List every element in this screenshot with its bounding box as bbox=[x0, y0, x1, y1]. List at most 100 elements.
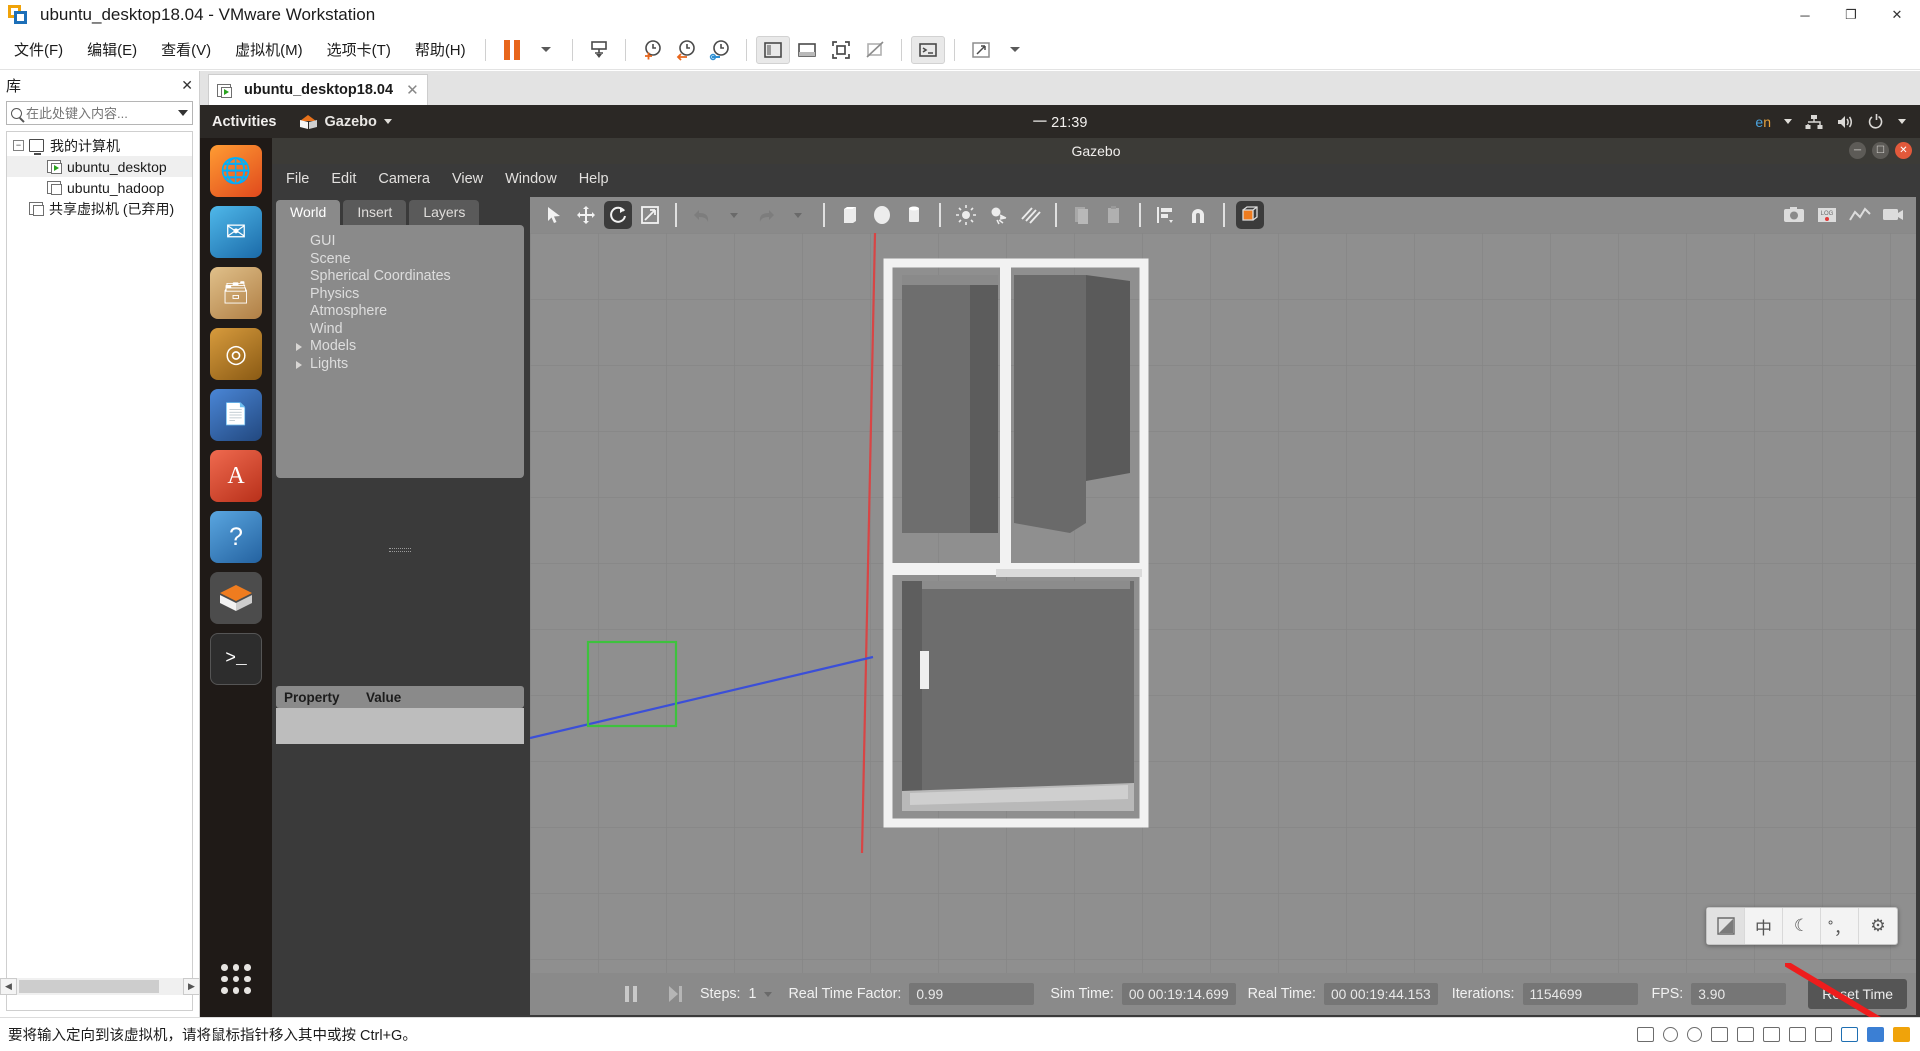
manage-snapshots-button[interactable] bbox=[703, 36, 737, 64]
collapse-expander-icon[interactable]: − bbox=[13, 140, 24, 151]
tree-item-ubuntu-desktop[interactable]: ubuntu_desktop bbox=[7, 156, 192, 177]
dock-item-gazebo[interactable] bbox=[210, 572, 262, 624]
world-item-lights[interactable]: Lights bbox=[296, 356, 524, 374]
undo-dropdown-button[interactable] bbox=[720, 201, 748, 229]
tree-item-my-computer[interactable]: − 我的计算机 bbox=[7, 135, 192, 156]
menu-help[interactable]: 帮助(H) bbox=[405, 36, 476, 63]
cd2-icon[interactable] bbox=[1687, 1027, 1702, 1042]
redo-dropdown-button[interactable] bbox=[784, 201, 812, 229]
dock-item-help[interactable]: ? bbox=[210, 511, 262, 563]
world-item-scene[interactable]: Scene bbox=[298, 251, 524, 269]
rotate-mode-button[interactable] bbox=[604, 201, 632, 229]
panel-splitter[interactable] bbox=[276, 478, 524, 686]
align-button[interactable] bbox=[1152, 201, 1180, 229]
usb-icon[interactable] bbox=[1737, 1027, 1754, 1042]
app-menu-gazebo[interactable]: Gazebo bbox=[300, 113, 392, 130]
minimize-button[interactable]: ─ bbox=[1782, 0, 1828, 30]
hdd-icon[interactable] bbox=[1637, 1027, 1654, 1042]
world-item-wind[interactable]: Wind bbox=[298, 321, 524, 339]
tab-world[interactable]: World bbox=[276, 200, 341, 225]
scroll-thumb[interactable] bbox=[19, 979, 159, 993]
menu-tabs[interactable]: 选项卡(T) bbox=[317, 36, 401, 63]
stretch-dropdown-button[interactable] bbox=[998, 36, 1032, 64]
power-dropdown-button[interactable] bbox=[529, 36, 563, 64]
activities-button[interactable]: Activities bbox=[212, 114, 276, 130]
gazebo-maximize-button[interactable]: ☐ bbox=[1872, 142, 1889, 159]
gazebo-menu-file[interactable]: File bbox=[286, 171, 309, 187]
library-horizontal-scrollbar[interactable]: ◀ ▶ bbox=[0, 977, 200, 995]
snapshot-manager-button[interactable] bbox=[582, 36, 616, 64]
clock[interactable]: 一 21:39 bbox=[200, 111, 1920, 132]
half-width-icon[interactable]: ☾ bbox=[1783, 908, 1821, 944]
expand-arrow-icon[interactable] bbox=[296, 343, 302, 351]
dock-item-rhythmbox[interactable]: ◎ bbox=[210, 328, 262, 380]
point-light-button[interactable] bbox=[952, 201, 980, 229]
blue-icon[interactable] bbox=[1867, 1027, 1884, 1042]
console-button[interactable] bbox=[910, 35, 945, 64]
steps-value[interactable]: 1 bbox=[749, 986, 757, 1002]
pause-button[interactable] bbox=[495, 36, 529, 64]
splitter-grip-icon[interactable] bbox=[389, 548, 411, 552]
screenshot-button[interactable] bbox=[1780, 201, 1808, 229]
show-console-view-button[interactable] bbox=[790, 36, 824, 64]
revert-snapshot-button[interactable] bbox=[669, 36, 703, 64]
steps-caret-icon[interactable] bbox=[764, 991, 773, 997]
expand-arrow-icon[interactable] bbox=[296, 360, 302, 369]
plot-button[interactable] bbox=[1846, 201, 1874, 229]
insert-sphere-button[interactable] bbox=[868, 201, 896, 229]
world-item-spherical-coordinates[interactable]: Spherical Coordinates bbox=[298, 268, 524, 286]
select-mode-button[interactable] bbox=[540, 201, 568, 229]
gazebo-menu-camera[interactable]: Camera bbox=[378, 171, 430, 187]
highlight-icon[interactable] bbox=[1841, 1027, 1858, 1042]
insert-box-button[interactable] bbox=[836, 201, 864, 229]
insert-cylinder-button[interactable] bbox=[900, 201, 928, 229]
menu-view[interactable]: 查看(V) bbox=[151, 36, 221, 63]
undo-button[interactable] bbox=[688, 201, 716, 229]
cd-icon[interactable] bbox=[1663, 1027, 1678, 1042]
volume-icon[interactable] bbox=[1836, 114, 1855, 130]
close-button[interactable]: ✕ bbox=[1874, 0, 1920, 30]
library-close-button[interactable]: ✕ bbox=[181, 77, 193, 94]
gazebo-menu-window[interactable]: Window bbox=[505, 171, 557, 187]
network-icon[interactable] bbox=[1805, 114, 1823, 130]
dock-item-files[interactable]: 🗃 bbox=[210, 267, 262, 319]
scroll-left-button[interactable]: ◀ bbox=[0, 977, 17, 995]
show-library-button[interactable] bbox=[755, 35, 790, 64]
tree-item-shared-vms[interactable]: 共享虚拟机 (已弃用) bbox=[7, 198, 192, 219]
chinese-mode-icon[interactable]: 中 bbox=[1745, 908, 1783, 944]
gazebo-close-button[interactable]: ✕ bbox=[1895, 142, 1912, 159]
world-item-models[interactable]: Models bbox=[296, 338, 524, 356]
chevron-down-icon[interactable] bbox=[178, 110, 188, 116]
copy-button[interactable] bbox=[1068, 201, 1096, 229]
world-item-atmosphere[interactable]: Atmosphere bbox=[298, 303, 524, 321]
dock-item-ubuntu-software[interactable]: A bbox=[210, 450, 262, 502]
tab-insert[interactable]: Insert bbox=[343, 200, 407, 225]
take-snapshot-button[interactable] bbox=[635, 36, 669, 64]
menu-file[interactable]: 文件(F) bbox=[4, 36, 73, 63]
tab-layers[interactable]: Layers bbox=[409, 200, 480, 225]
scroll-track[interactable] bbox=[17, 977, 183, 995]
pause-simulation-button[interactable] bbox=[620, 983, 642, 1005]
gazebo-menu-edit[interactable]: Edit bbox=[331, 171, 356, 187]
dock-item-terminal[interactable]: >_ bbox=[210, 633, 262, 685]
vm-tab-close-icon[interactable]: ✕ bbox=[406, 81, 419, 99]
dock-item-libreoffice-writer[interactable]: 📄 bbox=[210, 389, 262, 441]
settings-gear-icon[interactable]: ⚙ bbox=[1859, 908, 1897, 944]
gazebo-menu-view[interactable]: View bbox=[452, 171, 483, 187]
dock-item-thunderbird[interactable]: ✉ bbox=[210, 206, 262, 258]
reset-time-button[interactable]: Reset Time bbox=[1808, 979, 1908, 1009]
3d-viewport[interactable] bbox=[530, 233, 1916, 973]
world-item-gui[interactable]: GUI bbox=[298, 233, 524, 251]
chevron-down-icon[interactable] bbox=[1898, 119, 1906, 124]
show-applications-button[interactable] bbox=[212, 955, 260, 1003]
scroll-right-button[interactable]: ▶ bbox=[183, 977, 200, 995]
orange-icon[interactable] bbox=[1893, 1027, 1910, 1042]
unity-mode-button[interactable] bbox=[858, 36, 892, 64]
translate-mode-button[interactable] bbox=[572, 201, 600, 229]
menu-edit[interactable]: 编辑(E) bbox=[77, 36, 147, 63]
redo-button[interactable] bbox=[752, 201, 780, 229]
power-icon[interactable] bbox=[1868, 113, 1885, 130]
dock-item-firefox[interactable]: 🌐 bbox=[210, 145, 262, 197]
library-search[interactable] bbox=[6, 101, 193, 125]
vm-tab-ubuntu-desktop[interactable]: ubuntu_desktop18.04 ✕ bbox=[208, 74, 428, 105]
